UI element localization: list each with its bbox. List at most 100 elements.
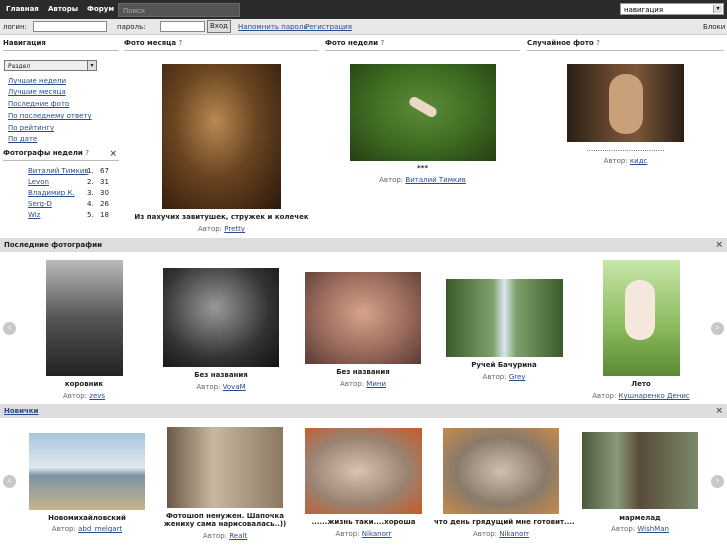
recent-photos-header: Последние фотографии × — [0, 238, 727, 252]
chevron-down-icon: ▾ — [87, 61, 96, 70]
sidebar-title: Навигация — [3, 39, 119, 51]
close-icon[interactable]: × — [715, 240, 723, 250]
photo-month-caption: Из пахучих завитушек, стружек и колечек — [134, 213, 309, 221]
top-navbar: Главная Авторы Форум Поиск навигация ▾ — [0, 0, 727, 19]
photo-month-title: Фото месяца ? — [124, 39, 319, 51]
remind-password-link[interactable]: Напомнить пароль — [238, 23, 307, 31]
register-link[interactable]: Регистрация — [305, 23, 352, 31]
author-link[interactable]: Виталий Тимкив — [405, 176, 466, 184]
login-bar: логин: пароль: Вход Напомнить пароль Рег… — [0, 19, 727, 35]
close-icon[interactable]: × — [109, 149, 117, 159]
photographer-rank: 3. — [87, 189, 94, 197]
author-link[interactable]: Кушнаренко Денис — [619, 392, 690, 400]
sidebar-link-last-reply[interactable]: По последнему ответу — [8, 112, 92, 120]
newbie-photo-image[interactable] — [167, 427, 283, 508]
photo-random-author: Автор: кидс — [603, 157, 648, 165]
newbie-photo-author: Автор: Nikanorr — [335, 530, 392, 538]
recent-photo-image[interactable] — [163, 268, 279, 367]
author-link[interactable]: zevs — [89, 392, 105, 400]
photographer-rank: 1. — [87, 167, 94, 175]
photo-week-image[interactable] — [350, 64, 496, 161]
sidebar-link-latest-photos[interactable]: Последние фото — [8, 100, 69, 108]
password-input[interactable] — [160, 21, 205, 32]
photographer-score: 30 — [100, 189, 109, 197]
newbie-photo-author: Автор: WishMan — [611, 525, 669, 533]
recent-photo-image[interactable] — [46, 260, 123, 376]
recent-photo-caption: Без названия — [194, 371, 248, 379]
sidebar-link-rating[interactable]: По рейтингу — [8, 124, 54, 132]
recent-photo-author: Автор: zevs — [62, 392, 106, 400]
carousel-prev-icon[interactable]: ‹ — [3, 322, 16, 335]
recent-photo-caption: Без названия — [336, 368, 390, 376]
carousel-next-icon[interactable]: › — [711, 475, 724, 488]
chevron-down-icon: ▾ — [713, 5, 722, 13]
photo-random-caption: ................................... — [586, 145, 665, 153]
author-link[interactable]: Realt — [229, 532, 247, 540]
navigation-select[interactable]: навигация ▾ — [620, 3, 724, 15]
photo-week-title: Фото недели ? — [325, 39, 520, 51]
login-button[interactable]: Вход — [207, 20, 231, 33]
recent-photo-author: Автор: Кушнаренко Денис — [592, 392, 690, 400]
newbie-photo-image[interactable] — [29, 433, 145, 510]
photographer-name[interactable]: Serg-D — [28, 200, 52, 208]
photographer-name[interactable]: Владимир К. — [28, 189, 75, 197]
author-link[interactable]: Мини — [366, 380, 386, 388]
help-icon[interactable]: ? — [179, 39, 183, 47]
newbie-photo-image[interactable] — [305, 428, 422, 514]
author-link[interactable]: Grey — [509, 373, 526, 381]
photo-random-image[interactable] — [567, 64, 684, 142]
photographer-name[interactable]: Виталий Тимкив — [28, 167, 89, 175]
photographer-name[interactable]: Wiz — [28, 211, 40, 219]
photo-month-image[interactable] — [162, 64, 281, 209]
carousel-next-icon[interactable]: › — [711, 322, 724, 335]
blocks-label[interactable]: Блоки — [703, 23, 725, 31]
author-link[interactable]: WishMan — [637, 525, 669, 533]
author-link[interactable]: Pretty — [224, 225, 245, 233]
photographer-rank: 2. — [87, 178, 94, 186]
photographer-score: 18 — [100, 211, 109, 219]
author-link[interactable]: Nikanorr — [362, 530, 392, 538]
newbie-photo-image[interactable] — [582, 432, 698, 509]
sidebar-link-best-months[interactable]: Лучшие месяца — [8, 88, 66, 96]
recent-photo-image[interactable] — [603, 260, 680, 376]
section-select-value: Раздел — [8, 63, 31, 70]
photo-random-title: Случайное фото ? — [527, 39, 724, 51]
search-input[interactable]: Поиск — [118, 3, 240, 17]
photo-month-author: Автор: Pretty — [197, 225, 246, 233]
recent-photo-author: Автор: VovaM — [196, 383, 246, 391]
help-icon[interactable]: ? — [381, 39, 385, 47]
newbie-photo-caption: Фотошоп ненужен. Шапочка — [165, 512, 285, 520]
login-input[interactable] — [33, 21, 107, 32]
newbie-photo-caption-line2: жениху сама нарисовалась..)) — [163, 520, 287, 528]
newbie-photo-caption: что день грядущий мне готовит.... — [434, 518, 575, 526]
photo-week-author: Автор: Виталий Тимкив — [379, 176, 466, 184]
carousel-prev-icon[interactable]: ‹ — [3, 475, 16, 488]
section-select[interactable]: Раздел ▾ — [4, 60, 97, 71]
newbie-photo-image[interactable] — [443, 428, 559, 514]
photographer-score: 31 — [100, 178, 109, 186]
close-icon[interactable]: × — [715, 406, 723, 416]
nav-forum-link[interactable]: Форум — [87, 5, 114, 13]
recent-photo-author: Автор: Grey — [482, 373, 526, 381]
newbie-photo-author: Автор: abd_melgart — [51, 525, 123, 533]
recent-photo-image[interactable] — [446, 279, 563, 357]
newbie-photo-author: Автор: Nikanorr — [472, 530, 530, 538]
photo-week-caption: *** — [417, 164, 428, 172]
author-link[interactable]: кидс — [630, 157, 647, 165]
recent-photo-caption: Ручей Бачурина — [471, 361, 537, 369]
photographer-name[interactable]: Levon — [28, 178, 49, 186]
sidebar-link-date[interactable]: По дате — [8, 135, 37, 143]
recent-photo-image[interactable] — [305, 272, 421, 364]
help-icon[interactable]: ? — [596, 39, 600, 47]
author-link[interactable]: Nikanorr — [499, 530, 529, 538]
author-link[interactable]: VovaM — [223, 383, 246, 391]
recent-photo-author: Автор: Мини — [339, 380, 387, 388]
nav-authors-link[interactable]: Авторы — [48, 5, 78, 13]
sidebar-link-best-weeks[interactable]: Лучшие недели — [8, 77, 66, 85]
newbies-link[interactable]: Новички — [4, 407, 38, 415]
nav-home-link[interactable]: Главная — [6, 5, 39, 13]
newbie-photo-caption: Новомихайловский — [48, 514, 126, 522]
newbies-header: Новички × — [0, 404, 727, 418]
help-icon[interactable]: ? — [85, 149, 89, 157]
author-link[interactable]: abd_melgart — [78, 525, 122, 533]
